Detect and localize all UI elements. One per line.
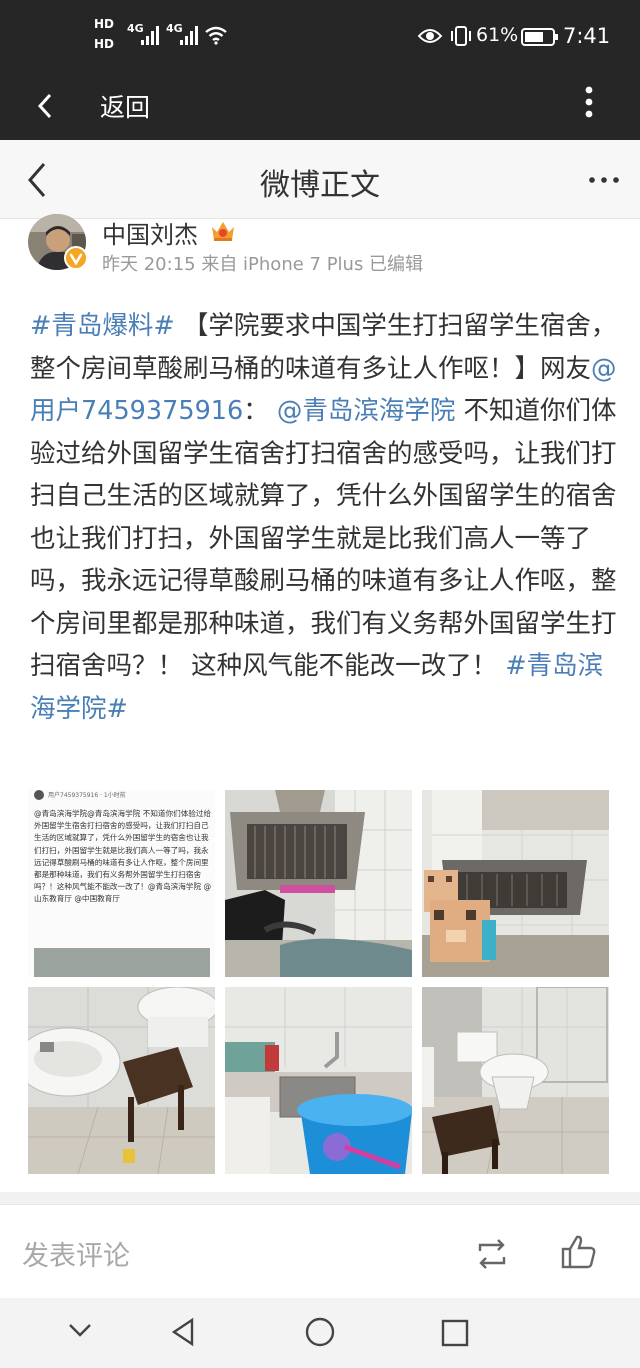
post-image-5[interactable] — [225, 987, 412, 1174]
hd-indicator-1: HD — [94, 17, 115, 31]
back-label[interactable]: 返回 — [100, 88, 150, 124]
post-image-2[interactable] — [225, 790, 412, 977]
post-image-1[interactable]: 用户7459375916 · 1小时前 @青岛滨海学院@青岛滨海学院 不知道你们… — [28, 790, 215, 977]
more-vertical-icon[interactable] — [582, 82, 596, 122]
nav-back-icon[interactable] — [168, 1317, 198, 1347]
back-arrow-icon[interactable] — [34, 91, 56, 121]
status-bar: HD HD 4G 4G 61% 7:41 — [0, 0, 640, 74]
mention-colon: ： — [243, 396, 269, 426]
thumb-text: @青岛滨海学院@青岛滨海学院 不知道你们体验过给外国留学生宿舍打扫宿舍的感受吗，… — [34, 809, 212, 904]
vibrate-icon — [451, 26, 471, 46]
thumb-user: 用户7459375916 · 1小时前 — [48, 792, 126, 799]
hashtag-qingdao-baoliao[interactable]: #青岛爆料# — [30, 311, 175, 341]
author-name[interactable]: 中国刘杰 — [102, 215, 198, 250]
clock: 7:41 — [563, 24, 611, 48]
battery-icon — [521, 28, 558, 46]
comment-input[interactable]: 发表评论 — [22, 1234, 130, 1273]
post-image-6[interactable] — [422, 987, 609, 1174]
verified-badge-icon — [64, 246, 88, 270]
repost-icon[interactable] — [474, 1237, 510, 1271]
thumb-avatar — [34, 790, 44, 800]
nav-recents-icon[interactable] — [440, 1318, 470, 1348]
page-title: 微博正文 — [260, 168, 380, 203]
app-bar: 返回 — [0, 74, 640, 140]
post-text: #青岛爆料# 【学院要求中国学生打扫留学生宿舍，整个房间草酸刷马桶的味道有多让人… — [30, 305, 620, 730]
thumb-photo-strip — [34, 948, 210, 977]
post-meta: 昨天 20:15 来自 iPhone 7 Plus 已编辑 — [102, 254, 424, 275]
more-horizontal-icon[interactable] — [588, 170, 622, 190]
wifi-icon — [205, 26, 227, 45]
like-icon[interactable] — [560, 1234, 598, 1270]
signal-icon-2 — [180, 26, 198, 45]
chevron-down-icon[interactable] — [66, 1320, 94, 1340]
battery-percent: 61% — [476, 24, 519, 46]
post-body: 不知道你们体验过给外国留学生宿舍打扫宿舍的感受吗，让我们打扫自己生活的区域就算了… — [30, 396, 617, 681]
section-divider — [0, 1192, 640, 1204]
post-image-4[interactable] — [28, 987, 215, 1174]
vip-crown-icon[interactable] — [209, 218, 237, 244]
post-image-3[interactable] — [422, 790, 609, 977]
nav-home-icon[interactable] — [304, 1316, 336, 1348]
mention-school[interactable]: @青岛滨海学院 — [277, 396, 456, 426]
eye-comfort-icon — [417, 29, 443, 43]
signal-icon-1 — [141, 26, 159, 45]
hd-indicator-2: HD — [94, 37, 115, 51]
